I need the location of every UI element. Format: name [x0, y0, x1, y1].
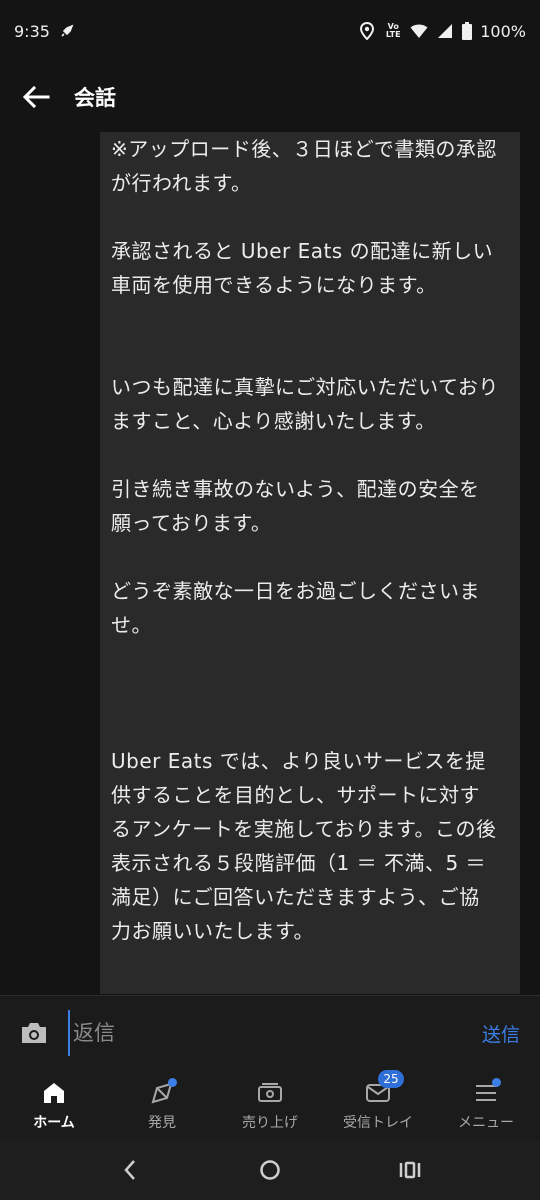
- home-icon: [39, 1078, 69, 1108]
- volte-line2: LTE: [385, 30, 401, 39]
- conversation-area[interactable]: ※アップロード後、３日ほどで書類の承認が行われます。 承認されると Uber E…: [0, 132, 540, 994]
- nav-label: 受信トレイ: [343, 1114, 413, 1131]
- back-button[interactable]: [16, 77, 56, 117]
- menu-icon: [471, 1077, 501, 1108]
- battery-percent: 100%: [480, 21, 526, 41]
- status-bar: 9:35 Vo LTE 100%: [0, 0, 540, 62]
- system-home-button[interactable]: [250, 1150, 290, 1190]
- rocket-icon: [58, 22, 76, 40]
- page-title: 会話: [74, 86, 116, 110]
- message-paragraph: ※アップロード後、３日ほどで書類の承認が行われます。: [111, 137, 497, 195]
- nav-label: 発見: [148, 1114, 176, 1131]
- notification-dot: [492, 1077, 501, 1087]
- send-button[interactable]: 送信: [482, 1020, 520, 1047]
- app-bar: 会話: [0, 62, 540, 132]
- system-nav: [0, 1140, 540, 1200]
- location-icon: [358, 22, 376, 40]
- nav-item-inbox[interactable]: 25 受信トレイ: [324, 1069, 432, 1140]
- system-recents-button[interactable]: [390, 1150, 430, 1190]
- message-paragraph: いつも配達に真摯にご対応いただいておりますこと、心より感謝いたします。: [111, 375, 499, 433]
- nav-item-discover[interactable]: 発見: [108, 1069, 216, 1140]
- recents-icon: [399, 1161, 421, 1179]
- message-paragraph: どうぞ素敵な一日をお過ごしくださいませ。: [111, 579, 480, 637]
- status-time: 9:35: [14, 21, 50, 41]
- reply-bar: 送信: [0, 995, 540, 1070]
- wifi-icon: [410, 22, 428, 40]
- arrow-left-icon: [22, 85, 50, 109]
- reply-input[interactable]: [68, 1010, 466, 1056]
- message-paragraph: 引き続き事故のないよう、配達の安全を願っております。: [111, 477, 480, 535]
- chevron-left-icon: [124, 1160, 135, 1180]
- nav-label: メニュー: [458, 1114, 514, 1131]
- earnings-icon: [255, 1078, 285, 1108]
- battery-icon: [462, 22, 473, 40]
- notification-dot: [168, 1077, 177, 1087]
- message-paragraph: Uber Eats では、より良いサービスを提供することを目的とし、サポートに対…: [111, 749, 497, 943]
- system-back-button[interactable]: [110, 1150, 150, 1190]
- bottom-nav: ホーム 発見 売り上げ 25 受信トレイ メニュー: [0, 1069, 540, 1140]
- status-left: 9:35: [14, 22, 76, 41]
- inbox-icon: 25: [363, 1069, 404, 1108]
- volte-icon: Vo LTE: [384, 22, 402, 40]
- message-paragraph: 承認されると Uber Eats の配達に新しい車両を使用できるようになります。: [111, 239, 494, 297]
- nav-item-earnings[interactable]: 売り上げ: [216, 1069, 324, 1140]
- camera-button[interactable]: [14, 1013, 54, 1053]
- nav-item-home[interactable]: ホーム: [0, 1069, 108, 1140]
- camera-icon: [22, 1023, 46, 1043]
- nav-label: ホーム: [33, 1114, 75, 1131]
- nav-label: 売り上げ: [242, 1114, 298, 1131]
- inbox-badge: 25: [378, 1069, 404, 1088]
- message-bubble: ※アップロード後、３日ほどで書類の承認が行われます。 承認されると Uber E…: [100, 132, 520, 994]
- status-right: Vo LTE 100%: [358, 22, 526, 41]
- signal-icon: [436, 22, 454, 40]
- nav-item-menu[interactable]: メニュー: [432, 1069, 540, 1140]
- discover-icon: [147, 1077, 177, 1108]
- circle-home-icon: [260, 1160, 280, 1180]
